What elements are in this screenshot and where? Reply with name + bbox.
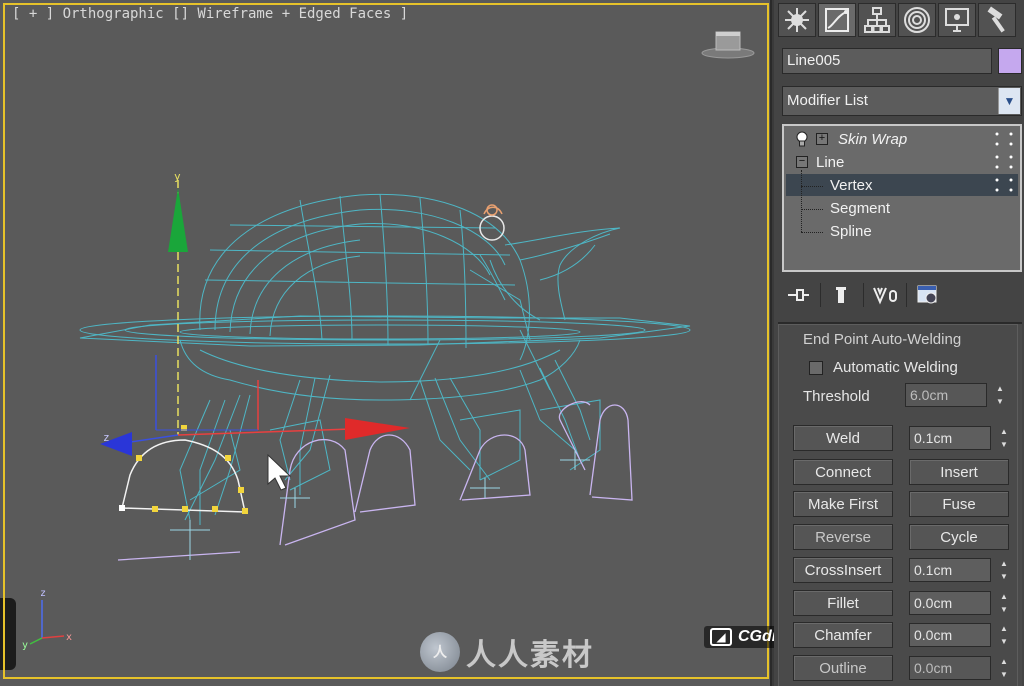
display-monitor-icon[interactable] <box>938 3 976 37</box>
reverse-button[interactable]: Reverse <box>793 524 893 550</box>
mouse-cursor-icon <box>267 453 292 491</box>
stack-item-spline[interactable]: Spline <box>786 220 1018 242</box>
toolbar-separator <box>863 283 864 307</box>
stack-item-label: Vertex <box>830 176 873 194</box>
crossinsert-spinner-arrows[interactable]: ▲ ▼ <box>997 558 1011 582</box>
object-color-swatch[interactable] <box>998 48 1022 74</box>
stack-item-label: Segment <box>830 199 891 217</box>
weld-threshold-field[interactable]: 0.1cm <box>909 426 991 450</box>
instance-dots-icon <box>995 178 1013 192</box>
stack-item-label: Spline <box>830 222 872 240</box>
tripod-y-label: y <box>22 640 28 651</box>
cgdreamwork-logo-icon: ◢ <box>710 628 732 646</box>
weld-spinner-arrows[interactable]: ▲ ▼ <box>997 426 1011 450</box>
spline-vertex[interactable] <box>242 508 248 514</box>
threshold-field[interactable]: 6.0cm <box>905 383 987 407</box>
stack-toolbar <box>782 280 1022 310</box>
modifier-stack: + Skin Wrap − Line Vertex Segment Spline <box>782 124 1022 272</box>
show-end-result-icon[interactable] <box>825 282 859 308</box>
chamfer-button[interactable]: Chamfer <box>793 622 893 648</box>
stack-item-line[interactable]: − Line <box>786 151 1018 173</box>
instance-dots-icon <box>995 132 1013 146</box>
tripod-z-label: z <box>40 588 46 599</box>
instance-dots-icon <box>995 155 1013 169</box>
tree-connector <box>801 232 823 233</box>
toolbar-separator <box>820 283 821 307</box>
spline-vertex[interactable] <box>182 506 188 512</box>
modify-curve-icon[interactable] <box>818 3 856 37</box>
hammer-icon[interactable] <box>978 3 1016 37</box>
automatic-welding-checkbox[interactable] <box>809 361 823 375</box>
create-sun-icon[interactable] <box>778 3 816 37</box>
chevron-down-icon[interactable]: ▼ <box>998 88 1020 114</box>
stack-item-label: Skin Wrap <box>838 130 908 148</box>
geometry-rollout: End Point Auto-Welding Automatic Welding… <box>778 322 1022 686</box>
motion-icon[interactable] <box>898 3 936 37</box>
stack-item-vertex[interactable]: Vertex <box>786 174 1018 196</box>
outline-spinner-arrows[interactable]: ▲ ▼ <box>997 656 1011 680</box>
spline-vertex[interactable] <box>225 455 231 461</box>
spline-vertex[interactable] <box>238 487 244 493</box>
modifier-list-dropdown[interactable]: Modifier List ▼ <box>782 86 1022 116</box>
y-axis-arrow[interactable] <box>168 188 188 252</box>
watermark-renren: 人 人人素材 <box>420 630 594 674</box>
object-name-field[interactable]: Line005 <box>782 48 992 74</box>
spline-vertex[interactable] <box>212 506 218 512</box>
command-panel-tabs <box>774 0 1024 40</box>
tree-connector <box>801 186 823 187</box>
pin-stack-icon[interactable] <box>782 282 816 308</box>
outline-field[interactable]: 0.0cm <box>909 656 991 680</box>
spline-vertex[interactable] <box>152 506 158 512</box>
move-gizmo[interactable] <box>100 180 410 456</box>
tree-connector <box>801 209 823 210</box>
object-name-row: Line005 <box>782 48 1022 76</box>
tripod-x-label: x <box>66 632 72 643</box>
x-axis-arrow[interactable] <box>345 418 410 440</box>
connect-button[interactable]: Connect <box>793 459 893 485</box>
gizmo-z-label: z <box>103 431 110 444</box>
configure-modifier-sets-icon[interactable] <box>911 282 945 308</box>
fuse-button[interactable]: Fuse <box>909 491 1009 517</box>
viewcube-icon[interactable] <box>700 26 756 60</box>
axis-tripod <box>29 600 65 645</box>
modifier-list-label: Modifier List <box>787 92 868 109</box>
threshold-label: Threshold <box>803 388 870 405</box>
cycle-button[interactable]: Cycle <box>909 524 1009 550</box>
expand-plus-icon[interactable]: + <box>816 133 828 145</box>
stack-item-skin-wrap[interactable]: + Skin Wrap <box>786 128 1018 150</box>
hierarchy-icon[interactable] <box>858 3 896 37</box>
fillet-button[interactable]: Fillet <box>793 590 893 616</box>
outline-button[interactable]: Outline <box>793 655 893 681</box>
insert-button[interactable]: Insert <box>909 459 1009 485</box>
spline-vertex[interactable] <box>119 505 125 511</box>
tree-connector <box>801 170 802 232</box>
make-first-button[interactable]: Make First <box>793 491 893 517</box>
collapse-minus-icon[interactable]: − <box>796 156 808 168</box>
stack-item-segment[interactable]: Segment <box>786 197 1018 219</box>
lightbulb-icon[interactable] <box>796 131 808 147</box>
viewport-edge-widget <box>0 598 16 670</box>
toolbar-separator <box>906 283 907 307</box>
renren-logo-icon: 人 <box>420 632 460 672</box>
automatic-welding-label: Automatic Welding <box>833 359 958 376</box>
gizmo-y-label: y <box>174 170 181 183</box>
crossinsert-button[interactable]: CrossInsert <box>793 557 893 583</box>
viewport-orthographic[interactable]: [ + ] Orthographic [] Wireframe + Edged … <box>0 0 772 686</box>
chamfer-field[interactable]: 0.0cm <box>909 623 991 647</box>
wireframe-scene[interactable]: y z z x y <box>0 0 772 686</box>
end-point-auto-welding-label: End Point Auto-Welding <box>803 331 962 348</box>
make-unique-icon[interactable] <box>868 282 902 308</box>
crossinsert-field[interactable]: 0.1cm <box>909 558 991 582</box>
chamfer-spinner-arrows[interactable]: ▲ ▼ <box>997 623 1011 647</box>
small-figure <box>479 204 505 241</box>
weld-button[interactable]: Weld <box>793 425 893 451</box>
stack-item-label: Line <box>816 153 845 171</box>
command-panel: Line005 Modifier List ▼ + Skin Wrap − Li… <box>774 0 1024 686</box>
spline-vertex[interactable] <box>136 455 142 461</box>
selected-spline[interactable] <box>119 425 248 514</box>
threshold-spinner-arrows[interactable]: ▲ ▼ <box>993 383 1007 407</box>
fillet-spinner-arrows[interactable]: ▲ ▼ <box>997 591 1011 615</box>
fillet-field[interactable]: 0.0cm <box>909 591 991 615</box>
watermark-left-text: 人人素材 <box>466 638 594 673</box>
